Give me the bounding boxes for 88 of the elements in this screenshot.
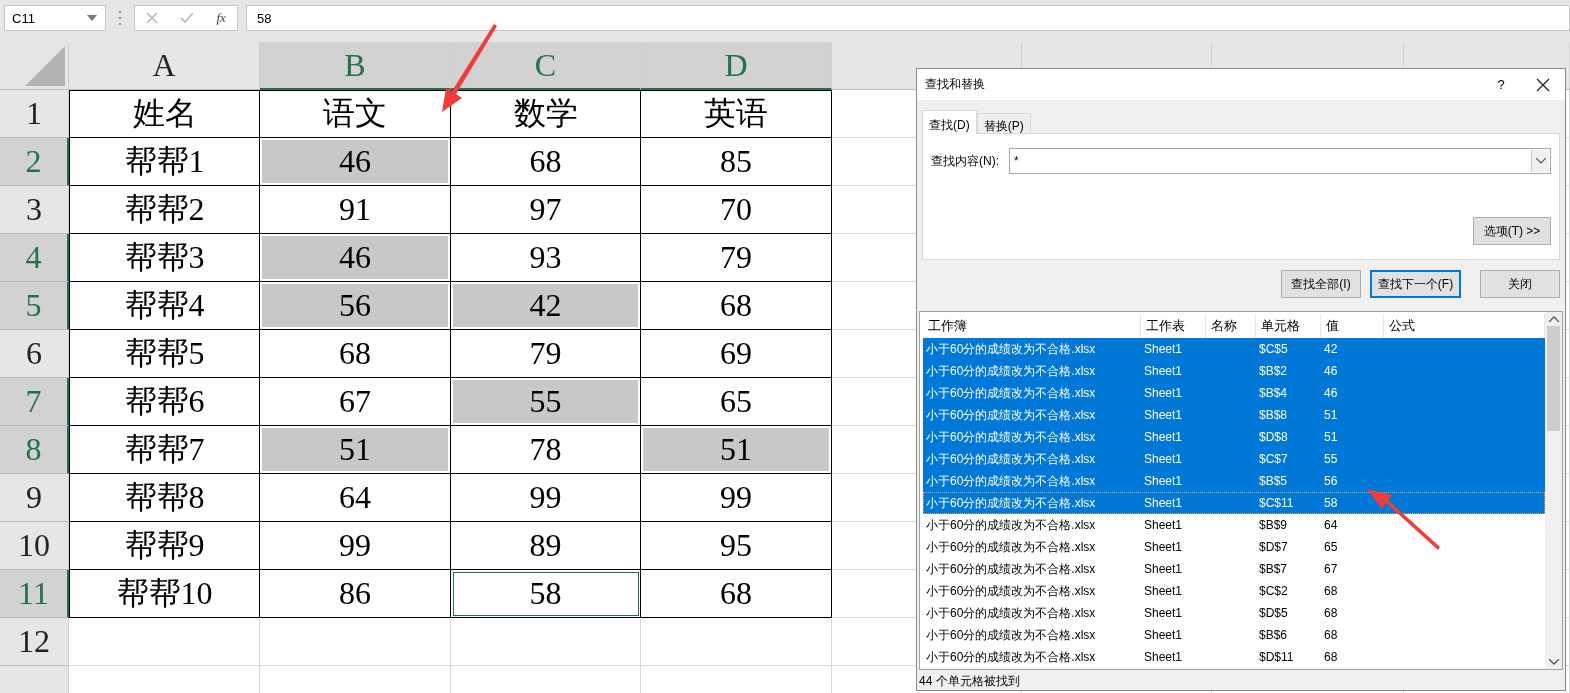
- cancel-icon: [146, 12, 159, 24]
- table-cell: 帮帮2: [69, 186, 260, 234]
- scroll-down-icon: [1548, 659, 1559, 665]
- row-header[interactable]: 8: [0, 426, 69, 474]
- status-text: 44 个单元格被找到: [919, 672, 1020, 690]
- dropdown-button[interactable]: [1531, 150, 1549, 172]
- table-cell: 58: [451, 570, 641, 618]
- row-header[interactable]: 9: [0, 474, 69, 522]
- table-cell: 帮帮8: [69, 474, 260, 522]
- options-button[interactable]: 选项(T) >>: [1473, 217, 1551, 245]
- table-cell: 68: [451, 138, 641, 186]
- table-cell: 51: [260, 426, 451, 474]
- table-cell: 46: [260, 234, 451, 282]
- table-cell: 68: [641, 570, 832, 618]
- scroll-up-icon: [1548, 316, 1559, 322]
- tab[interactable]: 查找(D): [922, 110, 977, 134]
- table-cell: 68: [260, 330, 451, 378]
- result-row[interactable]: 小于60分的成绩改为不合格.xlsx Sheet1 $B$5 56: [923, 470, 1545, 492]
- table-cell: 51: [641, 426, 832, 474]
- table-cell: 64: [260, 474, 451, 522]
- scroll-thumb[interactable]: [1547, 326, 1560, 431]
- table-cell: 68: [641, 282, 832, 330]
- table-cell: 帮帮9: [69, 522, 260, 570]
- dialog-button[interactable]: 查找全部(I): [1281, 270, 1361, 298]
- column-header[interactable]: C: [451, 42, 641, 90]
- table-cell: 帮帮5: [69, 330, 260, 378]
- result-row[interactable]: 小于60分的成绩改为不合格.xlsx Sheet1 $D$11 68: [923, 646, 1545, 668]
- row-header[interactable]: 4: [0, 234, 69, 282]
- dialog-button[interactable]: 查找下一个(F): [1370, 270, 1461, 298]
- table-cell: 89: [451, 522, 641, 570]
- help-button[interactable]: ?: [1481, 77, 1521, 92]
- table-cell: 95: [641, 522, 832, 570]
- table-cell: 99: [451, 474, 641, 522]
- dialog-button[interactable]: 关闭: [1480, 270, 1560, 298]
- name-box[interactable]: C11: [4, 5, 106, 31]
- column-header[interactable]: D: [641, 42, 832, 90]
- result-row[interactable]: 小于60分的成绩改为不合格.xlsx Sheet1 $D$5 68: [923, 602, 1545, 624]
- row-header[interactable]: 3: [0, 186, 69, 234]
- result-row[interactable]: 小于60分的成绩改为不合格.xlsx Sheet1 $D$7 65: [923, 536, 1545, 558]
- formula-field[interactable]: 58: [246, 5, 1570, 31]
- result-row[interactable]: 小于60分的成绩改为不合格.xlsx Sheet1 $B$2 46: [923, 360, 1545, 382]
- table-cell: 86: [260, 570, 451, 618]
- table-cell: 姓名: [69, 90, 260, 138]
- table-cell: 97: [451, 186, 641, 234]
- table-cell: 69: [641, 330, 832, 378]
- row-header[interactable]: 10: [0, 522, 69, 570]
- result-row[interactable]: 小于60分的成绩改为不合格.xlsx Sheet1 $C$11 58: [923, 492, 1545, 514]
- column-header[interactable]: A: [69, 42, 260, 90]
- close-icon: [1536, 77, 1550, 92]
- row-header[interactable]: 6: [0, 330, 69, 378]
- result-row[interactable]: 小于60分的成绩改为不合格.xlsx Sheet1 $B$8 51: [923, 404, 1545, 426]
- insert-function-button[interactable]: fx: [216, 10, 226, 26]
- table-cell: 79: [641, 234, 832, 282]
- table-cell: 42: [451, 282, 641, 330]
- table-cell: 70: [641, 186, 832, 234]
- column-header[interactable]: B: [260, 42, 451, 90]
- result-row[interactable]: 小于60分的成绩改为不合格.xlsx Sheet1 $C$5 42: [923, 338, 1545, 360]
- result-row[interactable]: 小于60分的成绩改为不合格.xlsx Sheet1 $C$7 55: [923, 448, 1545, 470]
- row-header[interactable]: 12: [0, 618, 69, 666]
- chevron-icon: [1535, 158, 1546, 164]
- row-header[interactable]: 11: [0, 570, 69, 618]
- check-icon: [180, 12, 195, 24]
- table-cell: 英语: [641, 90, 832, 138]
- caret-icon: [87, 15, 97, 21]
- table-cell: 99: [260, 522, 451, 570]
- table-cell: 55: [451, 378, 641, 426]
- dots-icon: [118, 10, 122, 26]
- result-row[interactable]: 小于60分的成绩改为不合格.xlsx Sheet1 $B$4 46: [923, 382, 1545, 404]
- row-header[interactable]: 1: [0, 90, 69, 138]
- result-row[interactable]: 小于60分的成绩改为不合格.xlsx Sheet1 $B$6 68: [923, 624, 1545, 646]
- table-cell: 帮帮6: [69, 378, 260, 426]
- scrollbar[interactable]: [1545, 312, 1562, 669]
- table-cell: 46: [260, 138, 451, 186]
- find-field[interactable]: *: [1009, 148, 1551, 174]
- table-cell: 85: [641, 138, 832, 186]
- dialog-title: 查找和替换: [925, 76, 986, 93]
- result-row[interactable]: 小于60分的成绩改为不合格.xlsx Sheet1 $D$8 51: [923, 426, 1545, 448]
- table-cell: 帮帮10: [69, 570, 260, 618]
- result-row[interactable]: 小于60分的成绩改为不合格.xlsx Sheet1 $B$9 64: [923, 514, 1545, 536]
- result-row[interactable]: 小于60分的成绩改为不合格.xlsx Sheet1 $C$2 68: [923, 580, 1545, 602]
- row-header[interactable]: 2: [0, 138, 69, 186]
- result-row[interactable]: 小于60分的成绩改为不合格.xlsx Sheet1 $B$7 67: [923, 558, 1545, 580]
- table-cell: 56: [260, 282, 451, 330]
- table-cell: 99: [641, 474, 832, 522]
- field-label: 查找内容(N):: [931, 152, 1000, 170]
- row-header[interactable]: 7: [0, 378, 69, 426]
- select-all-icon: [25, 46, 65, 86]
- row-header[interactable]: 5: [0, 282, 69, 330]
